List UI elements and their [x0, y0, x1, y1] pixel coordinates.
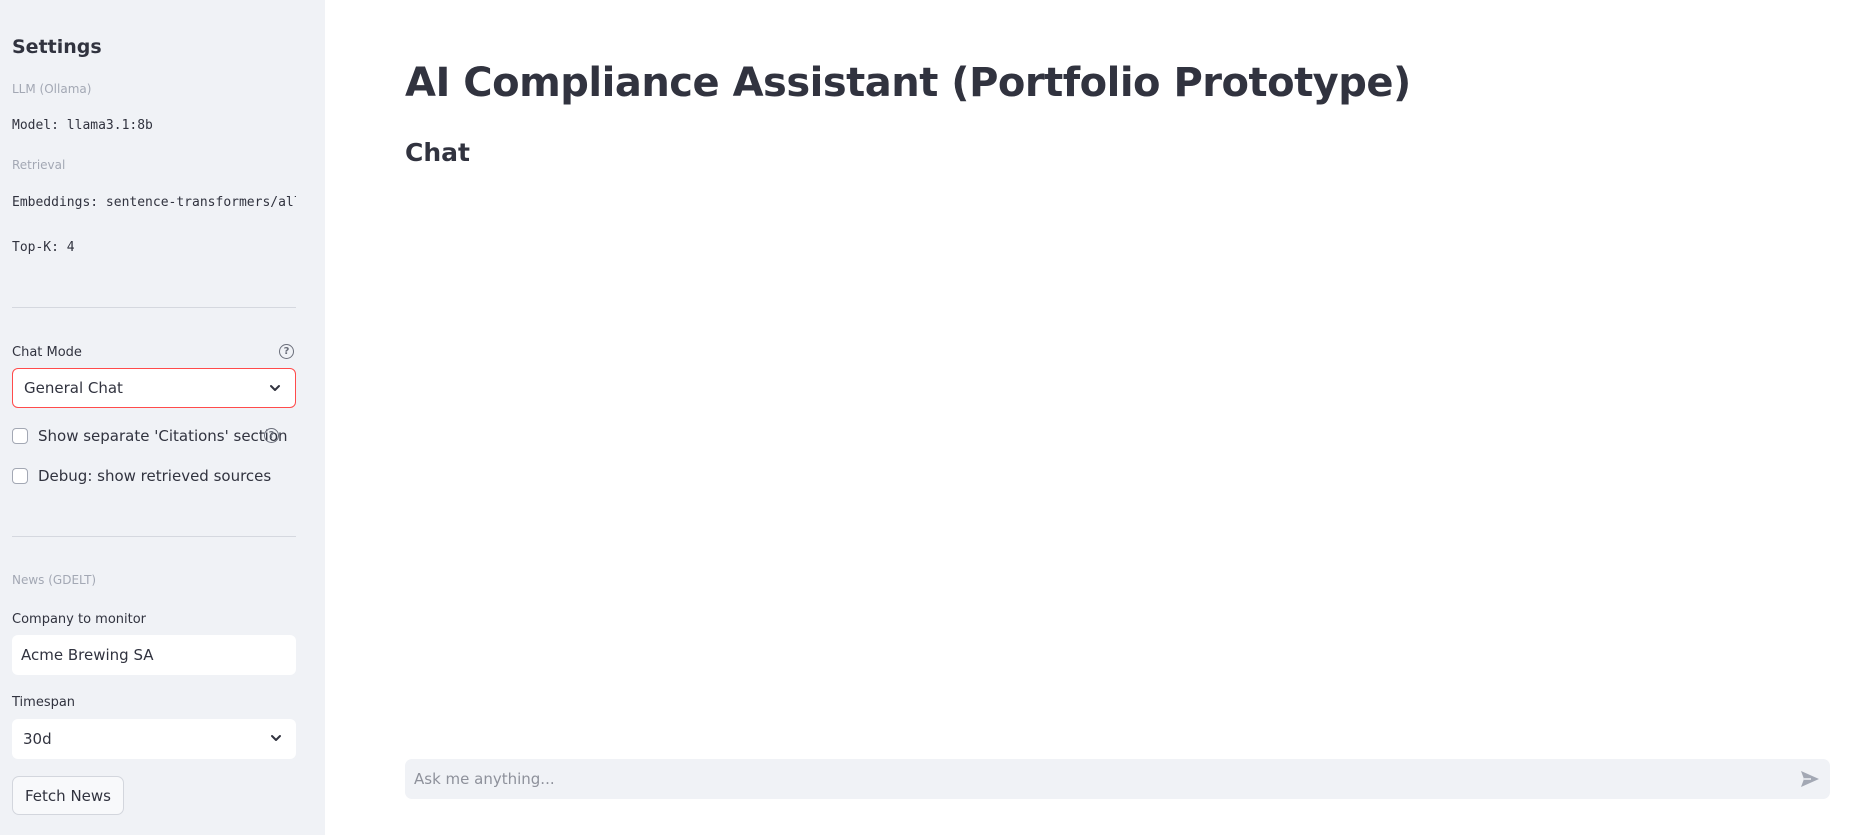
timespan-select[interactable]: 30d	[12, 719, 296, 759]
citations-checkbox[interactable]	[12, 428, 28, 444]
question-circle-icon[interactable]: ?	[279, 344, 294, 359]
model-text: Model: llama3.1:8b	[12, 118, 153, 133]
main-content: AI Compliance Assistant (Portfolio Proto…	[325, 0, 1867, 835]
sidebar: Settings LLM (Ollama) Model: llama3.1:8b…	[0, 0, 325, 835]
debug-checkbox-row[interactable]: Debug: show retrieved sources	[12, 467, 271, 485]
chat-mode-label: Chat Mode	[12, 345, 82, 360]
citations-checkbox-label: Show separate 'Citations' section	[38, 427, 288, 445]
news-caption: News (GDELT)	[12, 573, 97, 587]
chat-input[interactable]	[405, 759, 1785, 799]
sidebar-divider	[12, 307, 296, 308]
fetch-news-button[interactable]: Fetch News	[12, 776, 124, 815]
question-circle-icon[interactable]: ?	[264, 428, 279, 443]
timespan-selected: 30d	[23, 730, 52, 748]
app-root: Settings LLM (Ollama) Model: llama3.1:8b…	[0, 0, 1867, 835]
llm-caption: LLM (Ollama)	[12, 82, 92, 96]
chevron-down-icon	[271, 735, 281, 741]
chat-mode-select[interactable]: General Chat	[12, 368, 296, 408]
chevron-down-icon	[270, 385, 280, 391]
page-title: AI Compliance Assistant (Portfolio Proto…	[405, 60, 1411, 106]
chat-mode-selected: General Chat	[24, 379, 123, 397]
topk-text: Top-K: 4	[12, 240, 75, 255]
retrieval-caption: Retrieval	[12, 158, 66, 172]
company-label: Company to monitor	[12, 612, 147, 627]
debug-checkbox-label: Debug: show retrieved sources	[38, 467, 272, 485]
send-icon[interactable]	[1800, 770, 1820, 788]
chat-input-bar	[405, 759, 1830, 799]
debug-checkbox[interactable]	[12, 468, 28, 484]
sidebar-title: Settings	[12, 36, 102, 58]
embeddings-text: Embeddings: sentence-transformers/all-Mi…	[12, 195, 296, 210]
chat-section-title: Chat	[405, 138, 470, 167]
timespan-label: Timespan	[12, 695, 76, 710]
company-input[interactable]	[12, 635, 296, 675]
citations-checkbox-row[interactable]: Show separate 'Citations' section	[12, 427, 288, 445]
sidebar-divider	[12, 536, 296, 537]
